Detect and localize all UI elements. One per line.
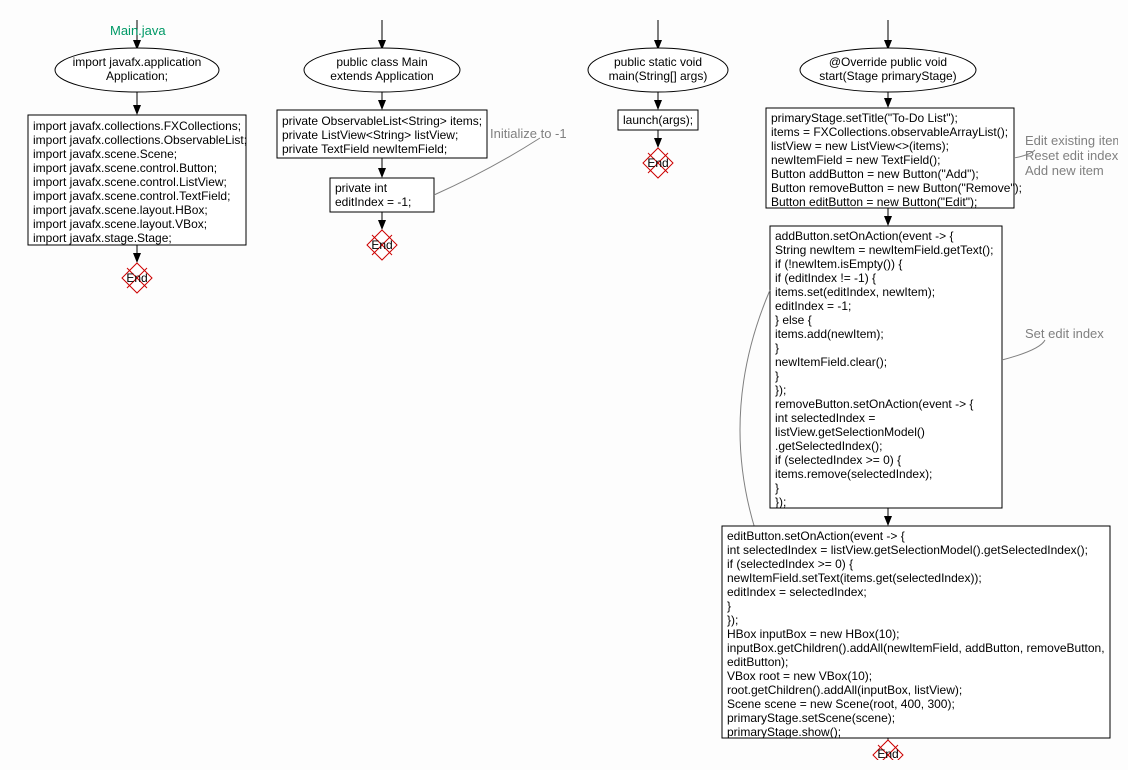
svg-text:inputBox.getChildren().addAll(: inputBox.getChildren().addAll(newItemFie… — [727, 641, 1105, 655]
svg-text:primaryStage.setScene(scene);: primaryStage.setScene(scene); — [727, 711, 895, 725]
svg-text:if (!newItem.isEmpty()) {: if (!newItem.isEmpty()) { — [775, 257, 902, 271]
svg-text:import javafx.collections.Obse: import javafx.collections.ObservableList… — [33, 133, 247, 147]
col1-end: End — [122, 263, 152, 293]
svg-text:HBox inputBox = new HBox(10);: HBox inputBox = new HBox(10); — [727, 627, 899, 641]
svg-text:import javafx.collections.FXCo: import javafx.collections.FXCollections; — [33, 119, 241, 133]
svg-text:addButton.setOnAction(event ->: addButton.setOnAction(event -> { — [775, 229, 953, 243]
label-main-java: Main.java — [110, 23, 166, 38]
svg-text:}: } — [775, 369, 779, 383]
flowchart-diagram: Main.java import javafx.application Appl… — [10, 10, 1118, 760]
svg-text:import javafx.scene.control.Li: import javafx.scene.control.ListView; — [33, 175, 227, 189]
svg-text:End: End — [647, 156, 668, 170]
svg-text:Button addButton = new Button(: Button addButton = new Button("Add"); — [771, 167, 979, 181]
svg-text:import javafx.scene.control.Bu: import javafx.scene.control.Button; — [33, 161, 217, 175]
svg-text:editIndex = -1;: editIndex = -1; — [775, 299, 851, 313]
svg-text:private ObservableList<String>: private ObservableList<String> items; — [282, 114, 482, 128]
svg-text:private int: private int — [335, 181, 388, 195]
svg-text:newItemField.setText(items.get: newItemField.setText(items.get(selectedI… — [727, 571, 982, 585]
svg-text:items.add(newItem);: items.add(newItem); — [775, 327, 884, 341]
svg-text:if (editIndex != -1) {: if (editIndex != -1) { — [775, 271, 876, 285]
svg-text:Application;: Application; — [106, 69, 168, 83]
svg-text:listView = new ListView<>(item: listView = new ListView<>(items); — [771, 139, 949, 153]
svg-text:main(String[] args): main(String[] args) — [609, 69, 708, 83]
svg-text:End: End — [126, 271, 147, 285]
svg-text:}: } — [775, 341, 779, 355]
svg-text:editButton);: editButton); — [727, 655, 788, 669]
svg-text:import javafx.scene.control.Te: import javafx.scene.control.TextField; — [33, 189, 230, 203]
svg-text:End: End — [877, 747, 898, 760]
svg-text:launch(args);: launch(args); — [623, 113, 693, 127]
svg-text:items.set(editIndex, newItem);: items.set(editIndex, newItem); — [775, 285, 935, 299]
svg-text:items.remove(selectedIndex);: items.remove(selectedIndex); — [775, 467, 932, 481]
svg-text:newItemField.clear();: newItemField.clear(); — [775, 355, 887, 369]
svg-text:}: } — [775, 481, 779, 495]
svg-text:editButton.setOnAction(event -: editButton.setOnAction(event -> { — [727, 529, 905, 543]
svg-text:removeButton.setOnAction(event: removeButton.setOnAction(event -> { — [775, 397, 973, 411]
svg-text:public static void: public static void — [614, 55, 702, 69]
col3-end: End — [643, 148, 673, 178]
svg-text:extends Application: extends Application — [330, 69, 433, 83]
svg-text:Button editButton = new Button: Button editButton = new Button("Edit"); — [771, 195, 977, 209]
svg-text:import javafx.scene.Scene;: import javafx.scene.Scene; — [33, 147, 177, 161]
svg-text:});: }); — [775, 383, 786, 397]
svg-text:editIndex = -1;: editIndex = -1; — [335, 195, 411, 209]
svg-text:primaryStage.setTitle("To-Do L: primaryStage.setTitle("To-Do List"); — [771, 111, 958, 125]
svg-text:VBox root = new VBox(10);: VBox root = new VBox(10); — [727, 669, 872, 683]
svg-text:}: } — [727, 599, 731, 613]
svg-text:});: }); — [727, 613, 738, 627]
svg-text:} else {: } else { — [775, 313, 812, 327]
svg-text:if (selectedIndex >= 0) {: if (selectedIndex >= 0) { — [727, 557, 853, 571]
svg-text:End: End — [371, 238, 392, 252]
svg-text:import javafx.scene.layout.VBo: import javafx.scene.layout.VBox; — [33, 217, 207, 231]
svg-text:items = FXCollections.observab: items = FXCollections.observableArrayLis… — [771, 125, 1008, 139]
svg-text:Button removeButton = new Butt: Button removeButton = new Button("Remove… — [771, 181, 1022, 195]
svg-text:Scene scene = new Scene(root,: Scene scene = new Scene(root, 400, 300); — [727, 697, 955, 711]
svg-text:.getSelectedIndex();: .getSelectedIndex(); — [775, 439, 882, 453]
svg-text:listView.getSelectionModel(): listView.getSelectionModel() — [775, 425, 925, 439]
svg-text:editIndex = selectedIndex;: editIndex = selectedIndex; — [727, 585, 867, 599]
svg-text:import javafx.scene.layout.HBo: import javafx.scene.layout.HBox; — [33, 203, 208, 217]
svg-text:primaryStage.show();: primaryStage.show(); — [727, 725, 841, 739]
label-edit-existing: Edit existing item — [1025, 133, 1118, 148]
svg-text:if (selectedIndex >= 0) {: if (selectedIndex >= 0) { — [775, 453, 901, 467]
svg-text:String newItem = newItemField.: String newItem = newItemField.getText(); — [775, 243, 993, 257]
label-initialize: Initialize to -1 — [490, 126, 567, 141]
svg-text:private ListView<String> listV: private ListView<String> listView; — [282, 128, 458, 142]
label-add-new: Add new item — [1025, 163, 1104, 178]
svg-text:});: }); — [775, 495, 786, 509]
svg-text:root.getChildren().addAll(inpu: root.getChildren().addAll(inputBox, list… — [727, 683, 962, 697]
col2-end: End — [367, 230, 397, 260]
svg-text:@Override public void: @Override public void — [829, 55, 947, 69]
label-reset-edit: Reset edit index — [1025, 148, 1118, 163]
svg-text:newItemField = new TextField(): newItemField = new TextField(); — [771, 153, 941, 167]
svg-text:private TextField newItemField: private TextField newItemField; — [282, 142, 447, 156]
svg-text:int selectedIndex =: int selectedIndex = — [775, 411, 875, 425]
svg-text:start(Stage primaryStage): start(Stage primaryStage) — [819, 69, 956, 83]
col4-end: End — [873, 740, 903, 760]
label-set-edit: Set edit index — [1025, 326, 1104, 341]
svg-text:import javafx.application: import javafx.application — [73, 55, 202, 69]
svg-text:public class Main: public class Main — [336, 55, 427, 69]
svg-text:int selectedIndex = listView.g: int selectedIndex = listView.getSelectio… — [727, 543, 1088, 557]
svg-text:import javafx.stage.Stage;: import javafx.stage.Stage; — [33, 231, 172, 245]
